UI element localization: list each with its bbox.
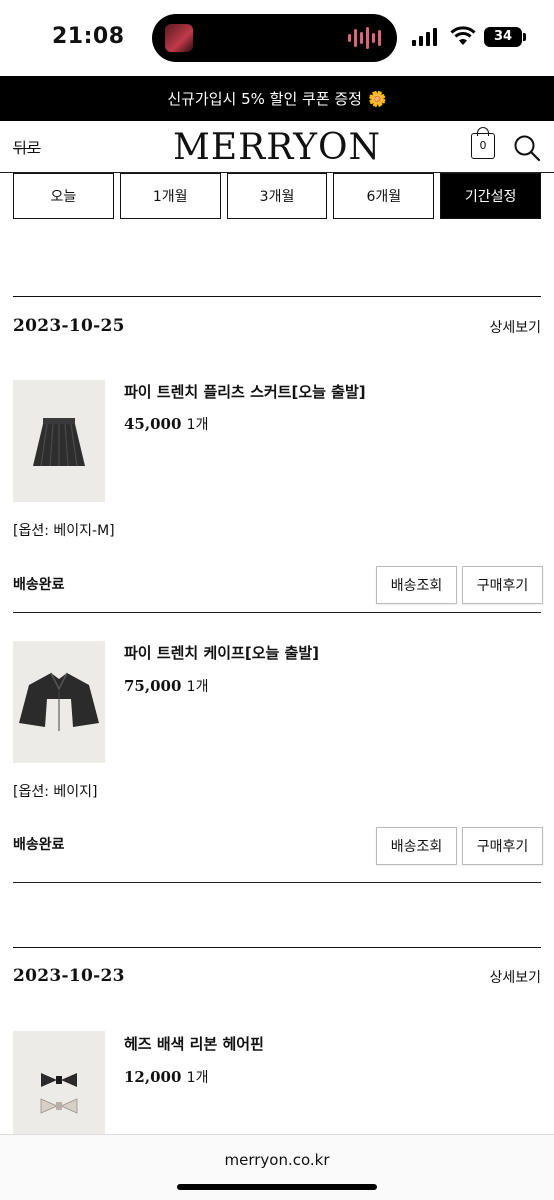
delivery-status: 배송완료 — [13, 577, 65, 593]
tab-6-months[interactable]: 6개월 — [333, 173, 435, 219]
battery-icon: 34 — [484, 27, 526, 47]
product-name[interactable]: 파이 트렌치 플리츠 스커트[오늘 출발] — [124, 381, 366, 402]
divider — [13, 612, 541, 613]
divider — [13, 882, 541, 883]
track-delivery-button[interactable]: 배송조회 — [376, 827, 457, 865]
price-value: 45,000 — [124, 415, 182, 433]
dynamic-island[interactable] — [152, 14, 397, 62]
status-time: 21:08 — [52, 24, 125, 49]
order-date: 2023-10-23 — [13, 966, 125, 986]
write-review-button[interactable]: 구매후기 — [462, 566, 543, 604]
product-thumbnail[interactable] — [13, 380, 105, 502]
site-header: 뒤로 MERRYON 0 — [0, 121, 554, 173]
track-delivery-button[interactable]: 배송조회 — [376, 566, 457, 604]
product-price: 12,000 1개 — [124, 1067, 208, 1087]
product-name[interactable]: 헤즈 배색 리본 헤어핀 — [124, 1033, 264, 1054]
product-option: [옵션: 베이지] — [13, 784, 98, 800]
tab-custom-period[interactable]: 기간설정 — [440, 173, 541, 219]
quantity: 1개 — [186, 417, 209, 433]
home-indicator[interactable] — [177, 1184, 377, 1190]
period-tabs: 오늘 1개월 3개월 6개월 기간설정 — [13, 173, 541, 219]
delivery-status: 배송완료 — [13, 837, 65, 853]
order-date: 2023-10-25 — [13, 316, 125, 336]
write-review-button[interactable]: 구매후기 — [462, 827, 543, 865]
product-option: [옵션: 베이지-M] — [13, 523, 115, 539]
browser-address-bar[interactable]: merryon.co.kr — [0, 1134, 554, 1200]
cape-image — [19, 672, 99, 731]
quantity: 1개 — [186, 1070, 209, 1086]
skirt-image — [33, 418, 85, 467]
tab-3-months[interactable]: 3개월 — [226, 173, 328, 219]
cart-icon[interactable]: 0 — [471, 127, 495, 159]
status-bar: 21:08 34 — [0, 0, 554, 76]
product-thumbnail[interactable] — [13, 641, 105, 763]
flower-icon: 🌼 — [367, 89, 387, 108]
cellular-signal-icon — [412, 28, 437, 46]
product-price: 75,000 1개 — [124, 676, 208, 696]
cart-count: 0 — [479, 139, 487, 152]
tab-1-month[interactable]: 1개월 — [119, 173, 221, 219]
audio-waveform-icon — [348, 26, 381, 50]
promo-text: 신규가입시 5% 할인 쿠폰 증정 — [167, 90, 362, 108]
wifi-icon — [450, 26, 476, 45]
tab-today[interactable]: 오늘 — [13, 173, 114, 219]
search-icon[interactable] — [513, 134, 541, 162]
divider — [13, 296, 541, 297]
price-value: 75,000 — [124, 677, 182, 695]
promo-banner[interactable]: 신규가입시 5% 할인 쿠폰 증정 🌼 — [0, 76, 554, 121]
divider — [13, 947, 541, 948]
order-detail-link[interactable]: 상세보기 — [489, 967, 541, 987]
quantity: 1개 — [186, 679, 209, 695]
product-price: 45,000 1개 — [124, 414, 208, 434]
url-text[interactable]: merryon.co.kr — [0, 1151, 554, 1169]
now-playing-artwork — [165, 24, 193, 52]
order-detail-link[interactable]: 상세보기 — [489, 317, 541, 337]
price-value: 12,000 — [124, 1068, 182, 1086]
product-name[interactable]: 파이 트렌치 케이프[오늘 출발] — [124, 642, 319, 663]
